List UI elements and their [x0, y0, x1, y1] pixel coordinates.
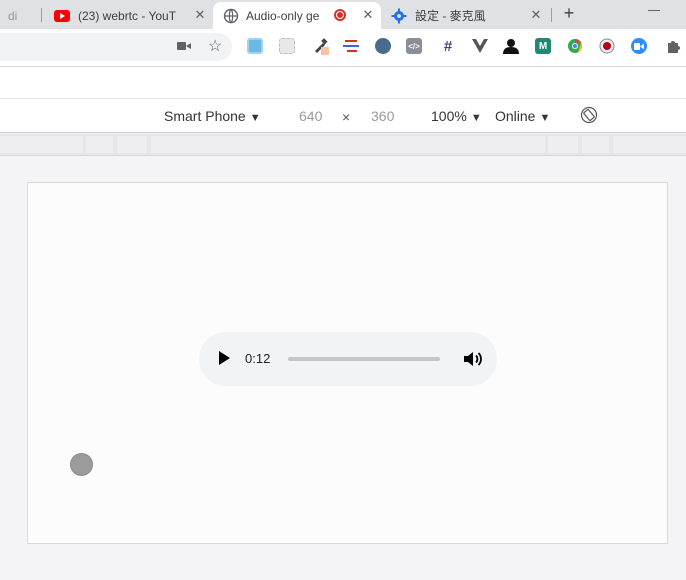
tab-title: Audio-only ge: [246, 8, 320, 23]
media-query-bar[interactable]: [0, 134, 686, 155]
code-icon[interactable]: </>: [406, 38, 422, 54]
settings-gear-icon: [391, 8, 407, 23]
tab-youtube[interactable]: (23) webrtc - YouT ✕: [45, 2, 213, 29]
tab-title: (23) webrtc - YouT: [78, 8, 177, 23]
caret-down-icon: ▼: [249, 112, 261, 124]
zoom-icon[interactable]: [631, 38, 647, 54]
eyedropper-icon[interactable]: [313, 38, 329, 55]
globe-icon: [223, 8, 239, 23]
touch-cursor-indicator: [70, 453, 93, 476]
devtools-header-space: [0, 67, 686, 98]
puzzle-extensions-icon[interactable]: [665, 38, 681, 54]
new-tab-icon[interactable]: +: [560, 4, 578, 22]
tab-settings[interactable]: 設定 - 麥克風 ✕: [381, 2, 549, 29]
audio-current-time: 0:12: [245, 351, 271, 366]
tab-separator: [41, 8, 42, 22]
height-input[interactable]: 360: [371, 108, 394, 124]
youtube-icon: [54, 9, 70, 22]
close-icon[interactable]: ✕: [361, 8, 375, 22]
tab-title: 設定 - 麥克風: [415, 9, 486, 23]
chrome-extension-icon[interactable]: [567, 38, 583, 54]
throttling-select[interactable]: Online ▼: [495, 108, 550, 124]
star-bookmark-icon[interactable]: ☆: [206, 37, 224, 55]
dimension-separator: ×: [342, 109, 351, 125]
extension-icon[interactable]: [247, 38, 263, 54]
camera-icon[interactable]: [175, 37, 193, 55]
caret-down-icon: ▼: [539, 112, 551, 124]
zoom-select[interactable]: 100% ▼: [431, 108, 482, 124]
close-icon[interactable]: ✕: [529, 8, 543, 22]
throttling-select-label: Online: [495, 108, 536, 124]
audio-progress-track[interactable]: [288, 357, 440, 361]
address-bar[interactable]: [0, 33, 232, 61]
minimize-icon[interactable]: [648, 10, 660, 11]
extension-m-icon[interactable]: M: [535, 38, 551, 54]
user-icon[interactable]: [503, 38, 519, 54]
zoom-select-label: 100%: [431, 108, 467, 124]
width-input[interactable]: 640: [299, 108, 322, 124]
tab-1[interactable]: di: [0, 2, 36, 29]
ruler-divider: [0, 155, 686, 156]
tab-strip: di (23) webrtc - YouT ✕ Audio-only ge ✕ …: [0, 0, 686, 29]
rotate-icon[interactable]: [580, 106, 598, 124]
extension-icon[interactable]: [279, 38, 295, 54]
caret-down-icon: ▼: [470, 112, 482, 124]
extension-icon[interactable]: [375, 38, 391, 54]
device-select[interactable]: Smart Phone ▼: [164, 108, 261, 124]
close-icon[interactable]: ✕: [193, 8, 207, 22]
tab-audio-only[interactable]: Audio-only ge ✕: [213, 2, 381, 29]
volume-icon[interactable]: [463, 350, 483, 368]
sort-lines-icon[interactable]: [343, 38, 359, 54]
tab-title: di: [8, 8, 18, 23]
recording-icon: [334, 9, 346, 21]
hash-icon[interactable]: #: [440, 38, 456, 55]
vue-icon[interactable]: [472, 38, 488, 54]
tab-separator: [551, 8, 552, 22]
device-select-label: Smart Phone: [164, 108, 246, 124]
play-icon[interactable]: [219, 351, 230, 365]
record-extension-icon[interactable]: [599, 38, 615, 54]
